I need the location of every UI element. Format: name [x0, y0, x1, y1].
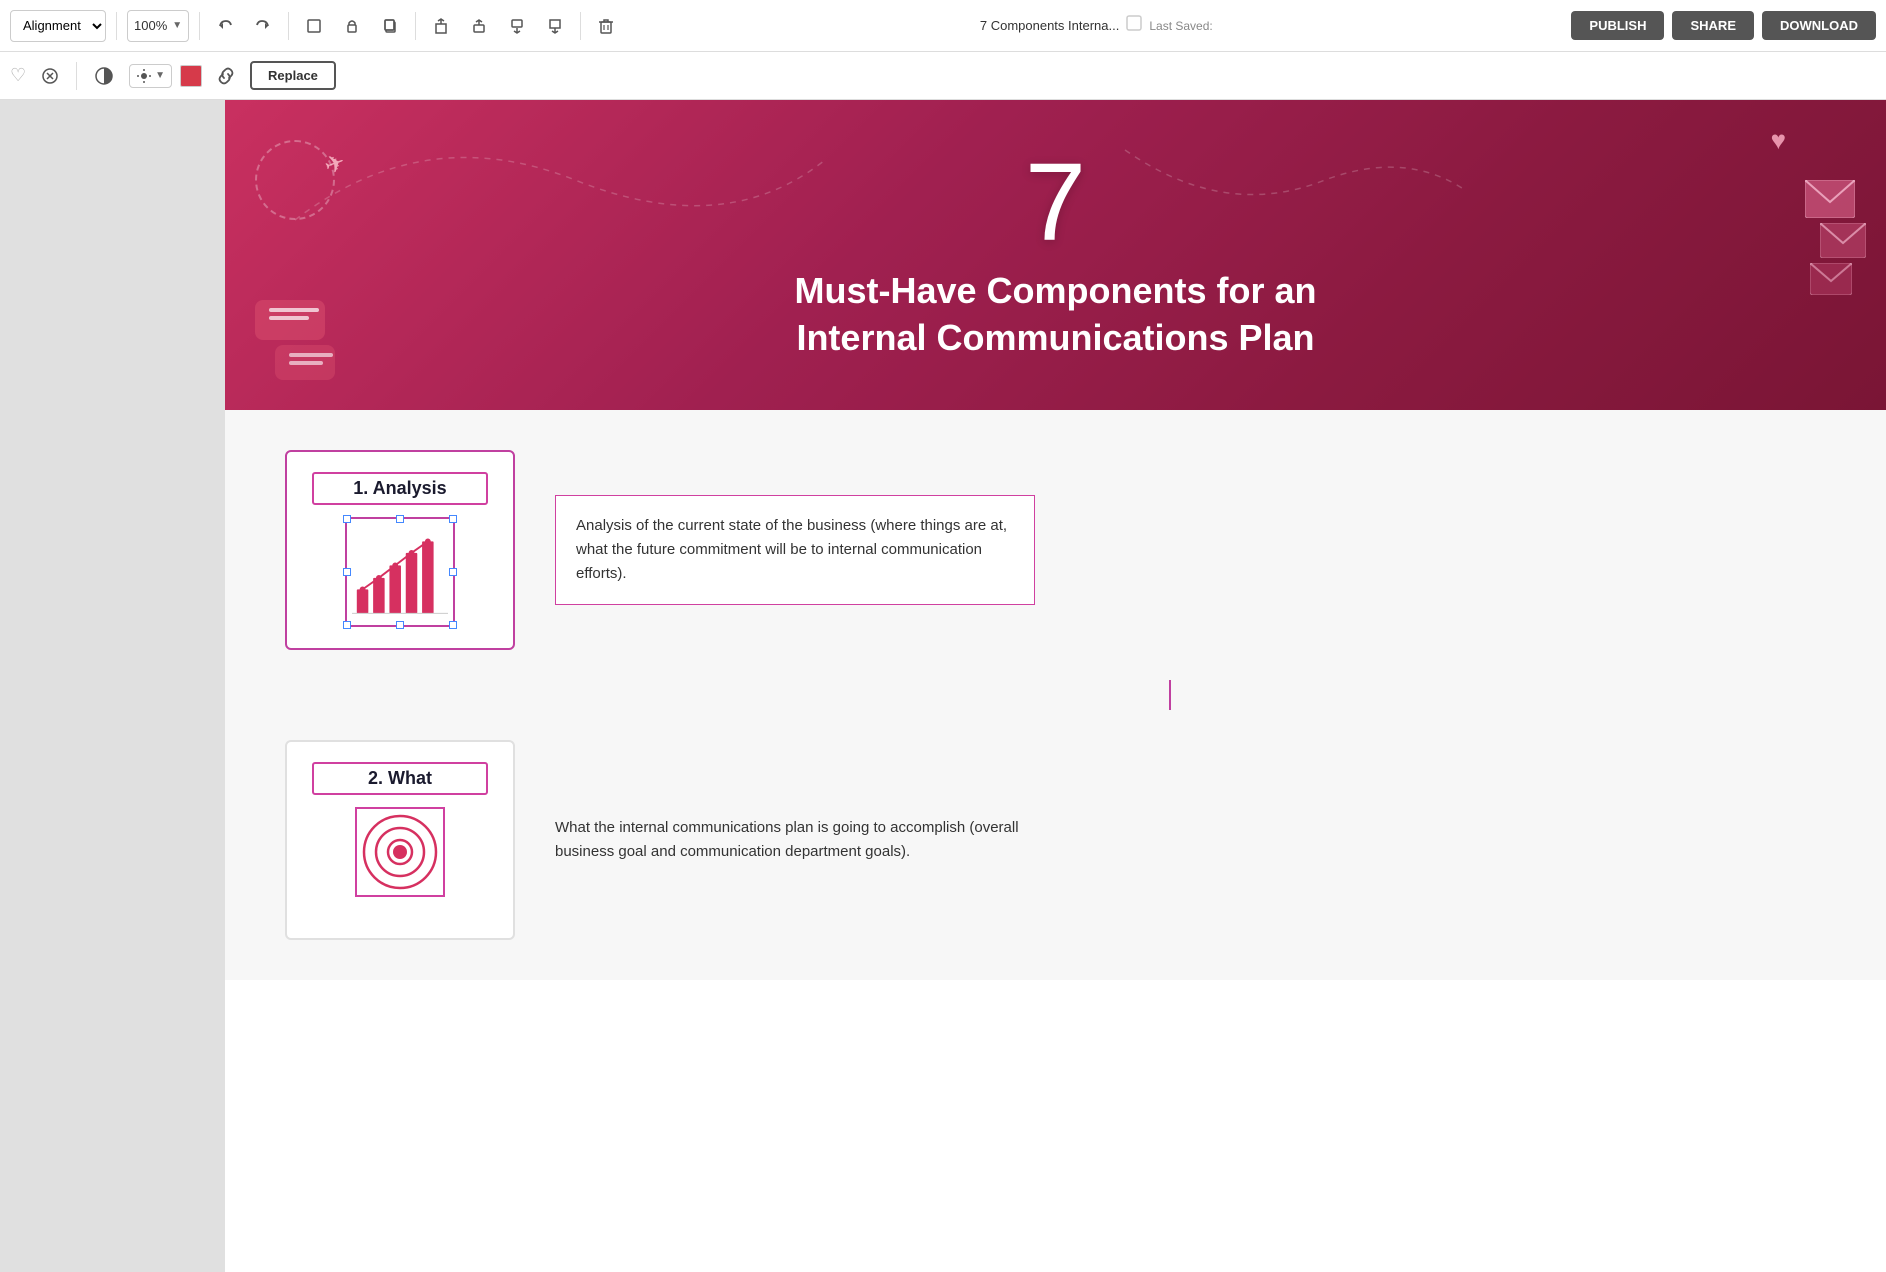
replace-button[interactable]: Replace: [250, 61, 336, 90]
doc-title: 7 Components Interna...: [980, 18, 1119, 33]
card-2-title: 2. What: [312, 762, 488, 795]
color-swatch[interactable]: [180, 65, 202, 87]
hero-title: Must-Have Components for an Internal Com…: [794, 268, 1316, 362]
delete-button[interactable]: [591, 13, 621, 39]
bar-chart-svg: [352, 530, 448, 620]
undo-button[interactable]: [210, 13, 240, 39]
target-icon-container: [355, 807, 445, 897]
divider-5: [580, 12, 581, 40]
checkbox-icon: [1125, 14, 1143, 37]
handle-tr[interactable]: [449, 515, 457, 523]
handle-tl[interactable]: [343, 515, 351, 523]
redo-button[interactable]: [248, 13, 278, 39]
deco-circle-1: [255, 140, 335, 220]
share-button[interactable]: SHARE: [1672, 11, 1754, 40]
left-panel: [0, 100, 225, 1272]
divider-4: [415, 12, 416, 40]
card-row-2: 2. What: [285, 740, 1826, 940]
canvas-area: ✈ ♥ 7 M: [0, 100, 1886, 1272]
contrast-button[interactable]: [87, 61, 121, 91]
card-row-1: 1. Analysis: [285, 450, 1826, 650]
send-to-back-button[interactable]: [540, 13, 570, 39]
hyperlink-button[interactable]: [210, 62, 242, 90]
lock-button[interactable]: [337, 13, 367, 39]
bring-to-front-button[interactable]: [426, 13, 456, 39]
link-icon[interactable]: [34, 62, 66, 90]
heart-icon[interactable]: ♡: [10, 65, 26, 86]
crop-button[interactable]: [299, 13, 329, 39]
hero-banner: ✈ ♥ 7 M: [225, 100, 1886, 410]
toolbar-right-actions: PUBLISH SHARE DOWNLOAD: [1571, 11, 1876, 40]
main-toolbar: Alignment 100% ▼ 7 Components Interna: [0, 0, 1886, 52]
divider-1: [116, 12, 117, 40]
card-1-title: 1. Analysis: [312, 472, 488, 505]
handle-tc[interactable]: [396, 515, 404, 523]
brightness-chevron-icon[interactable]: ▼: [155, 70, 165, 81]
zoom-value: 100%: [134, 18, 167, 33]
deco-chat-bubble-1: [255, 300, 325, 340]
handle-ml[interactable]: [343, 568, 351, 576]
send-backward-button[interactable]: [502, 13, 532, 39]
handle-br[interactable]: [449, 621, 457, 629]
card-2[interactable]: 2. What: [285, 740, 515, 940]
bring-forward-button[interactable]: [464, 13, 494, 39]
handle-mr[interactable]: [449, 568, 457, 576]
secondary-toolbar: ♡ ▼ Replace: [0, 52, 1886, 100]
card-1-description: Analysis of the current state of the bus…: [555, 495, 1035, 605]
chart-icon-container: [345, 517, 455, 627]
last-saved-label: Last Saved:: [1149, 19, 1212, 33]
deco-chat-bubble-2: [275, 345, 335, 380]
handle-bc[interactable]: [396, 621, 404, 629]
publish-button[interactable]: PUBLISH: [1571, 11, 1664, 40]
deco-envelopes: [1805, 180, 1866, 295]
cards-section: 1. Analysis: [225, 410, 1886, 980]
center-area: 7 Components Interna... Last Saved:: [629, 14, 1563, 37]
download-button[interactable]: DOWNLOAD: [1762, 11, 1876, 40]
hero-number: 7: [1025, 148, 1086, 258]
divider-3: [288, 12, 289, 40]
deco-heart-icon: ♥: [1771, 125, 1786, 156]
canvas-content: ✈ ♥ 7 M: [225, 100, 1886, 1272]
alignment-dropdown[interactable]: Alignment: [10, 10, 106, 42]
divider-2: [199, 12, 200, 40]
card-2-description: What the internal communications plan is…: [555, 806, 1035, 874]
divider-tb2-1: [76, 62, 77, 90]
card-1[interactable]: 1. Analysis: [285, 450, 515, 650]
handle-bl[interactable]: [343, 621, 351, 629]
connector-1: [1169, 680, 1171, 710]
target-svg: [360, 812, 440, 892]
copy-button[interactable]: [375, 13, 405, 39]
brightness-icon: [136, 68, 152, 84]
zoom-chevron-icon[interactable]: ▼: [172, 20, 182, 31]
